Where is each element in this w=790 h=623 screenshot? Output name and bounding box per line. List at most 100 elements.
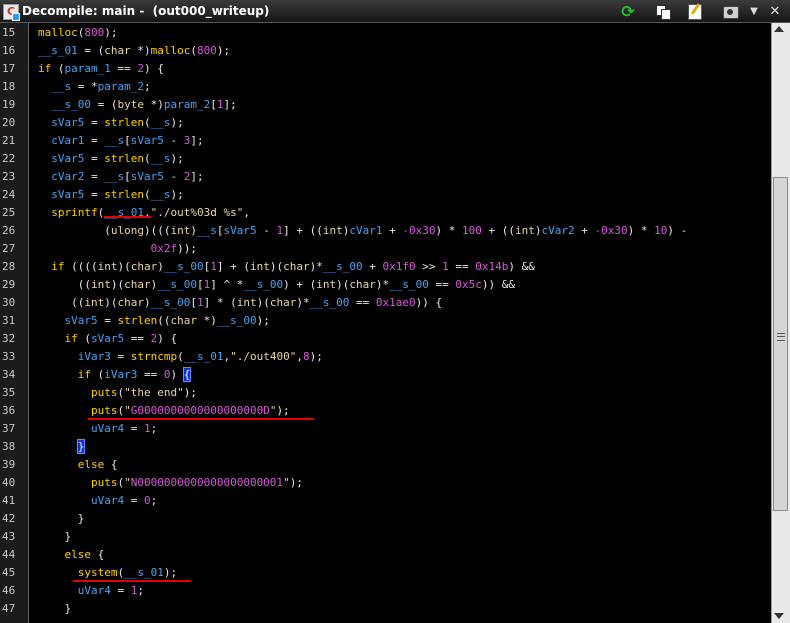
matched-brace: {	[182, 367, 192, 382]
code-token: __s	[150, 116, 171, 129]
code-token: [	[210, 98, 217, 111]
line-number: 25	[2, 206, 16, 219]
code-token: sVar5	[130, 134, 164, 147]
code-token: 800	[197, 44, 217, 57]
code-token: malloc	[38, 26, 78, 39]
code-line[interactable]: if (sVar5 == 2) {	[38, 330, 178, 348]
close-button[interactable]: ✕	[766, 3, 784, 20]
line-number: 43	[2, 530, 16, 543]
code-token: );	[183, 386, 197, 399]
code-token: __s_00	[51, 98, 91, 111]
code-token: 1	[442, 260, 449, 273]
code-token: -	[163, 134, 184, 147]
code-token: =	[97, 314, 118, 327]
code-token: {	[91, 548, 105, 561]
vertical-scrollbar[interactable]	[771, 23, 790, 623]
code-token: strlen	[117, 314, 158, 327]
code-token: __s	[150, 152, 171, 165]
code-line[interactable]: sprintf(__s_01,"./out%03d %s",	[38, 204, 250, 222]
edit-button[interactable]	[686, 3, 704, 20]
code-line[interactable]: 0x2f));	[38, 240, 197, 258]
line-number: 37	[2, 422, 16, 435]
code-line[interactable]: uVar4 = 1;	[38, 582, 144, 600]
code-line[interactable]: cVar2 = __s[sVar5 - 2];	[38, 168, 203, 186]
line-number: 31	[2, 314, 16, 327]
code-line[interactable]: __s_00 = (byte *)param_2[1];	[38, 96, 236, 114]
code-token: )) {	[415, 296, 443, 309]
code-token: uVar4	[90, 494, 125, 507]
code-token: -0x30	[594, 224, 628, 237]
line-number: 46	[2, 584, 16, 597]
grip-icon	[777, 333, 785, 341]
code-line[interactable]: __s_01 = (char *)malloc(800);	[38, 42, 230, 60]
code-line[interactable]: puts("the end");	[38, 384, 197, 402]
code-token: strlen	[104, 116, 144, 129]
code-line[interactable]: uVar4 = 1;	[38, 420, 157, 438]
code-line[interactable]: ((int)(char)__s_00[1] ^ *__s_00) + (int)…	[38, 276, 515, 294]
code-token: );	[309, 350, 323, 363]
code-token: (	[144, 116, 151, 129]
code-line[interactable]: }	[38, 438, 86, 456]
code-token: =	[124, 422, 144, 435]
code-token: else	[64, 548, 92, 561]
refresh-button[interactable]: ⟳	[619, 3, 637, 20]
code-token: ==	[448, 260, 476, 273]
code-token: )(	[117, 260, 131, 273]
line-number: 19	[2, 98, 16, 111]
code-token: 10	[654, 224, 668, 237]
code-token: __s_01	[124, 566, 164, 579]
code-line[interactable]: iVar3 = strncmp(__s_01,"./out400",8);	[38, 348, 323, 366]
code-line[interactable]: }	[38, 510, 85, 528]
code-listing[interactable]: malloc(800); __s_01 = (char *)malloc(800)…	[30, 23, 771, 623]
code-line[interactable]: malloc(800);	[38, 24, 118, 42]
line-number: 35	[2, 386, 16, 399]
code-line[interactable]: if ((((int)(char)__s_00[1] + (int)(char)…	[38, 258, 535, 276]
code-line[interactable]: sVar5 = strlen(__s);	[38, 186, 184, 204]
code-token: (	[38, 224, 111, 237]
code-line[interactable]: cVar1 = __s[sVar5 - 3];	[38, 132, 203, 150]
code-token: ulong	[110, 224, 144, 237]
code-token: char	[130, 260, 158, 273]
menu-button[interactable]: ▼	[745, 3, 763, 20]
code-line[interactable]: puts("N0000000000000000000001");	[38, 474, 303, 492]
code-token: G0000000000000000000D	[130, 404, 270, 417]
code-token: cVar1	[51, 134, 85, 147]
code-line[interactable]: if (iVar3 == 0) {	[38, 366, 192, 384]
snapshot-button[interactable]	[722, 3, 740, 20]
code-line[interactable]: else {	[38, 546, 105, 564]
code-token: char	[104, 44, 131, 57]
code-token: [	[190, 296, 197, 309]
code-token: sVar5	[91, 332, 125, 345]
title-bar: C Decompile: main - (out000_writeup) ⟳ ▼…	[0, 0, 790, 23]
code-line[interactable]: __s = *param_2;	[38, 78, 150, 96]
code-line[interactable]: ((int)(char)__s_00[1] * (int)(char)*__s_…	[38, 294, 442, 312]
code-line[interactable]: }	[38, 600, 71, 618]
code-line[interactable]: (ulong)(((int)__s[sVar5 - 1] + ((int)cVa…	[38, 222, 687, 240]
code-token: ;	[150, 494, 158, 507]
scroll-up-icon[interactable]	[774, 26, 784, 32]
code-line[interactable]: if (param_1 == 2) {	[38, 60, 164, 78]
code-line[interactable]: uVar4 = 0;	[38, 492, 157, 510]
code-token: =	[124, 494, 144, 507]
code-token: = *	[71, 80, 98, 93]
code-line[interactable]: }	[38, 528, 71, 546]
code-token: ) *	[435, 224, 462, 237]
line-number: 30	[2, 296, 16, 309]
line-number: 42	[2, 512, 16, 525]
code-line[interactable]: sVar5 = strlen(__s);	[38, 150, 184, 168]
code-token: __s_00	[322, 260, 363, 273]
scroll-down-icon[interactable]	[774, 613, 784, 619]
code-line[interactable]: sVar5 = strlen(__s);	[38, 114, 184, 132]
code-line[interactable]: else {	[38, 456, 118, 474]
scrollbar-thumb[interactable]	[773, 177, 788, 511]
copy-button[interactable]	[654, 3, 672, 20]
code-token: ==	[110, 62, 138, 75]
code-token: )	[170, 368, 184, 381]
code-token: )	[143, 296, 151, 309]
code-line[interactable]: sVar5 = strlen((char *)__s_00);	[38, 312, 270, 330]
